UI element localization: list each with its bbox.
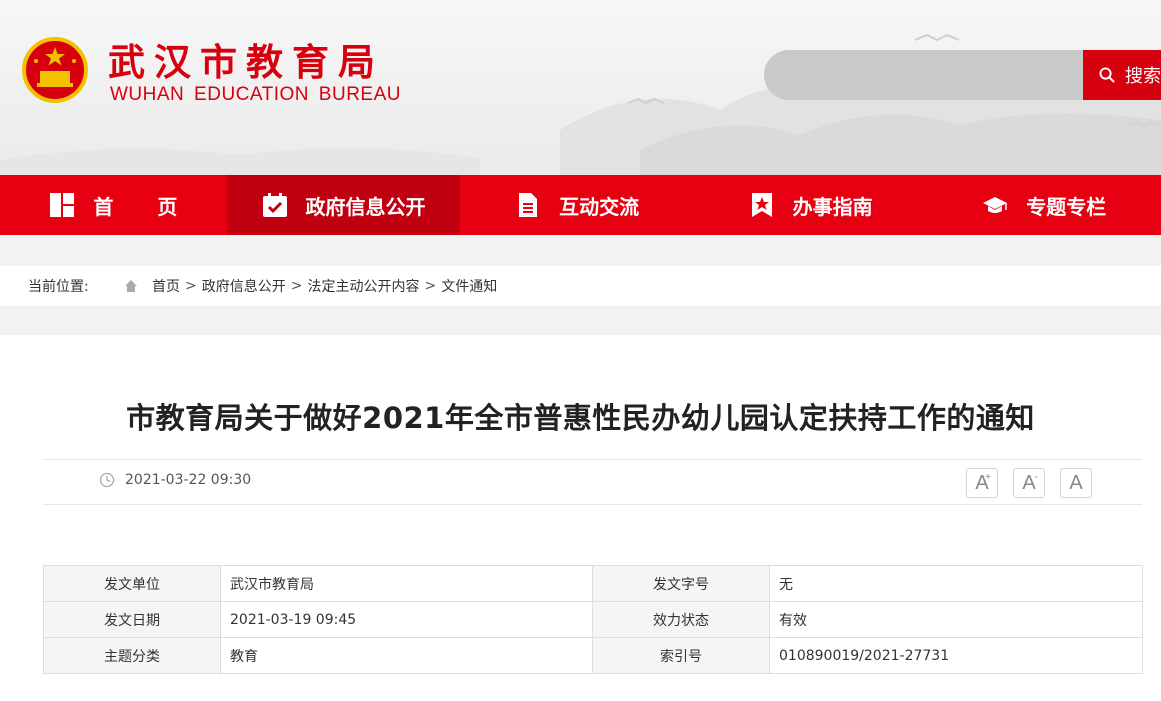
table-value: 有效 [769,601,1143,638]
nav-item-label: 办事指南 [792,194,873,219]
publish-date-text: 2021-03-22 09:30 [125,472,252,488]
font-reset-button[interactable]: A [1060,468,1092,498]
home-icon[interactable] [124,279,138,293]
nav-item-label: 首页 [93,194,222,219]
nav-item-label: 互动交流 [559,194,640,219]
breadcrumb-separator: > [185,278,197,294]
national-emblem-icon [22,37,88,103]
site-header: 武汉市教育局 WUHAN EDUCATION BUREAU 搜索 [0,0,1161,175]
breadcrumb-separator: > [424,278,437,294]
table-row: 发文日期 2021-03-19 09:45 效力状态 有效 [43,601,1143,638]
breadcrumb: 当前位置: 首页 > 政府信息公开 > 法定主动公开内容 > 文件通知 [0,266,1161,306]
calendar-check-icon [262,193,287,217]
table-key: 效力状态 [592,601,770,638]
table-key: 发文字号 [592,565,770,602]
document-icon [519,193,538,217]
bookmark-star-icon [751,193,772,217]
site-title: 武汉市教育局 [108,41,384,84]
table-key: 主题分类 [43,637,221,674]
nav-item-guide[interactable]: 办事指南 [694,175,928,235]
search-input[interactable] [764,50,1084,100]
breadcrumb-label: 当前位置: [28,279,89,295]
table-key: 发文单位 [43,565,221,602]
clock-icon [99,472,115,488]
breadcrumb-item-gov-info[interactable]: 政府信息公开 [202,276,286,296]
nav-item-gov-info[interactable]: 政府信息公开 [226,175,461,235]
breadcrumb-item-home[interactable]: 首页 [152,276,180,296]
document-info-table: 发文单位 武汉市教育局 发文字号 无 发文日期 2021-03-19 09:45… [43,565,1143,674]
site-subtitle: WUHAN EDUCATION BUREAU [110,84,401,105]
font-increase-button[interactable]: A + [966,468,998,498]
home-grid-icon [50,193,75,217]
font-size-controls: A + A- A [951,468,1092,498]
table-key: 发文日期 [43,601,221,638]
nav-item-home[interactable]: 首页 [0,175,227,235]
font-decrease-button[interactable]: A- [1013,468,1045,498]
graduation-cap-icon [983,197,1008,213]
table-row: 主题分类 教育 索引号 010890019/2021-27731 [43,637,1143,674]
table-value: 教育 [220,637,593,674]
nav-item-label: 政府信息公开 [305,194,426,219]
table-key: 索引号 [592,637,770,674]
publish-date: 2021-03-22 09:30 [99,472,251,488]
search-icon [1099,67,1115,83]
article-content: 市教育局关于做好2021年全市普惠性民办幼儿园认定扶持工作的通知 2021-03… [0,335,1161,701]
table-row: 发文单位 武汉市教育局 发文字号 无 [43,565,1143,602]
search-button-label: 搜索 [1125,66,1161,87]
nav-item-label: 专题专栏 [1026,194,1107,219]
breadcrumb-item-statutory[interactable]: 法定主动公开内容 [307,276,419,296]
table-value: 010890019/2021-27731 [769,637,1143,674]
article-meta: 2021-03-22 09:30 A + A- A [43,459,1142,505]
nav-item-topics[interactable]: 专题专栏 [927,175,1161,235]
breadcrumb-separator: > [290,278,303,294]
main-nav: 首页 政府信息公开 互动交流 办事指南 专题专栏 [0,175,1161,235]
table-value: 2021-03-19 09:45 [220,601,593,638]
table-value: 武汉市教育局 [220,565,593,602]
table-value: 无 [769,565,1143,602]
nav-item-interaction[interactable]: 互动交流 [460,175,694,235]
article-title: 市教育局关于做好2021年全市普惠性民办幼儿园认定扶持工作的通知 [126,401,1035,435]
breadcrumb-item-notices[interactable]: 文件通知 [441,276,497,296]
search-button[interactable]: 搜索 [1083,50,1161,100]
